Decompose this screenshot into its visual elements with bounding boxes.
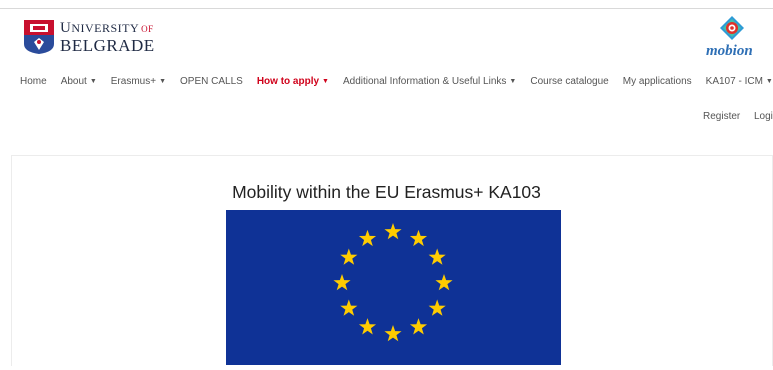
page-title: Mobility within the EU Erasmus+ KA103 bbox=[232, 182, 541, 202]
nav-item-label: Erasmus+ bbox=[110, 76, 157, 87]
mobion-target-icon bbox=[720, 16, 744, 40]
university-name-line1: UNIVERSITY OF bbox=[60, 19, 154, 36]
nav-item-label: How to apply bbox=[256, 76, 320, 87]
nav-item-label: KA107 - ICM bbox=[705, 76, 763, 87]
eu-star-icon bbox=[428, 299, 446, 316]
nav-item-label: About bbox=[60, 76, 87, 87]
eu-star-icon bbox=[435, 274, 453, 291]
nav-item-home[interactable]: Home bbox=[20, 76, 47, 87]
eu-star-icon bbox=[384, 325, 402, 342]
register-link[interactable]: Register bbox=[703, 111, 740, 122]
eu-star-icon bbox=[409, 318, 428, 335]
nav-item-label: Additional Information & Useful Links bbox=[342, 76, 507, 87]
nav-item-how-to-apply[interactable]: How to apply ▼ bbox=[257, 76, 329, 87]
eu-flag-image bbox=[226, 210, 561, 365]
main-navigation: Home About ▼ Erasmus+ ▼ OPEN CALLS How to appl… bbox=[20, 76, 773, 87]
eu-star-icon bbox=[409, 229, 428, 247]
eu-star-icon bbox=[340, 299, 358, 316]
eu-star-icon bbox=[358, 318, 377, 335]
login-link[interactable]: Logi bbox=[754, 111, 773, 122]
eu-star-icon bbox=[428, 248, 446, 265]
eu-flag-stars-icon bbox=[333, 223, 453, 342]
nav-item-label: My applications bbox=[622, 76, 692, 87]
caret-down-icon: ▼ bbox=[322, 78, 329, 85]
caret-down-icon: ▼ bbox=[159, 78, 166, 85]
university-crest-icon bbox=[24, 20, 54, 54]
university-logo[interactable]: UNIVERSITY OF BELGRADE bbox=[24, 20, 155, 54]
nav-item-open-calls[interactable]: OPEN CALLS bbox=[180, 76, 243, 87]
caret-down-icon: ▼ bbox=[89, 78, 97, 85]
nav-item-additional-information-useful-links[interactable]: Additional Information & Useful Links ▼ bbox=[343, 76, 516, 87]
eu-star-icon bbox=[384, 223, 402, 240]
university-name-line2: BELGRADE bbox=[60, 35, 155, 55]
caret-down-icon: ▼ bbox=[509, 78, 517, 85]
mobion-logo-text: mobion bbox=[706, 43, 753, 59]
nav-item-label: OPEN CALLS bbox=[180, 76, 243, 87]
nav-item-about[interactable]: About ▼ bbox=[61, 76, 97, 87]
nav-item-course-catalogue[interactable]: Course catalogue bbox=[530, 76, 608, 87]
nav-item-label: Home bbox=[20, 76, 47, 87]
mobion-logo[interactable]: mobion bbox=[700, 16, 764, 62]
eu-star-icon bbox=[340, 248, 358, 265]
nav-item-label: Course catalogue bbox=[530, 76, 609, 87]
eu-star-icon bbox=[358, 229, 377, 247]
nav-item-ka107-icm[interactable]: KA107 - ICM ▼ bbox=[706, 76, 773, 87]
nav-item-erasmus[interactable]: Erasmus+ ▼ bbox=[111, 76, 166, 87]
nav-item-my-applications[interactable]: My applications bbox=[623, 76, 692, 87]
top-divider bbox=[0, 8, 773, 9]
eu-star-icon bbox=[333, 274, 351, 291]
caret-down-icon: ▼ bbox=[765, 78, 773, 85]
